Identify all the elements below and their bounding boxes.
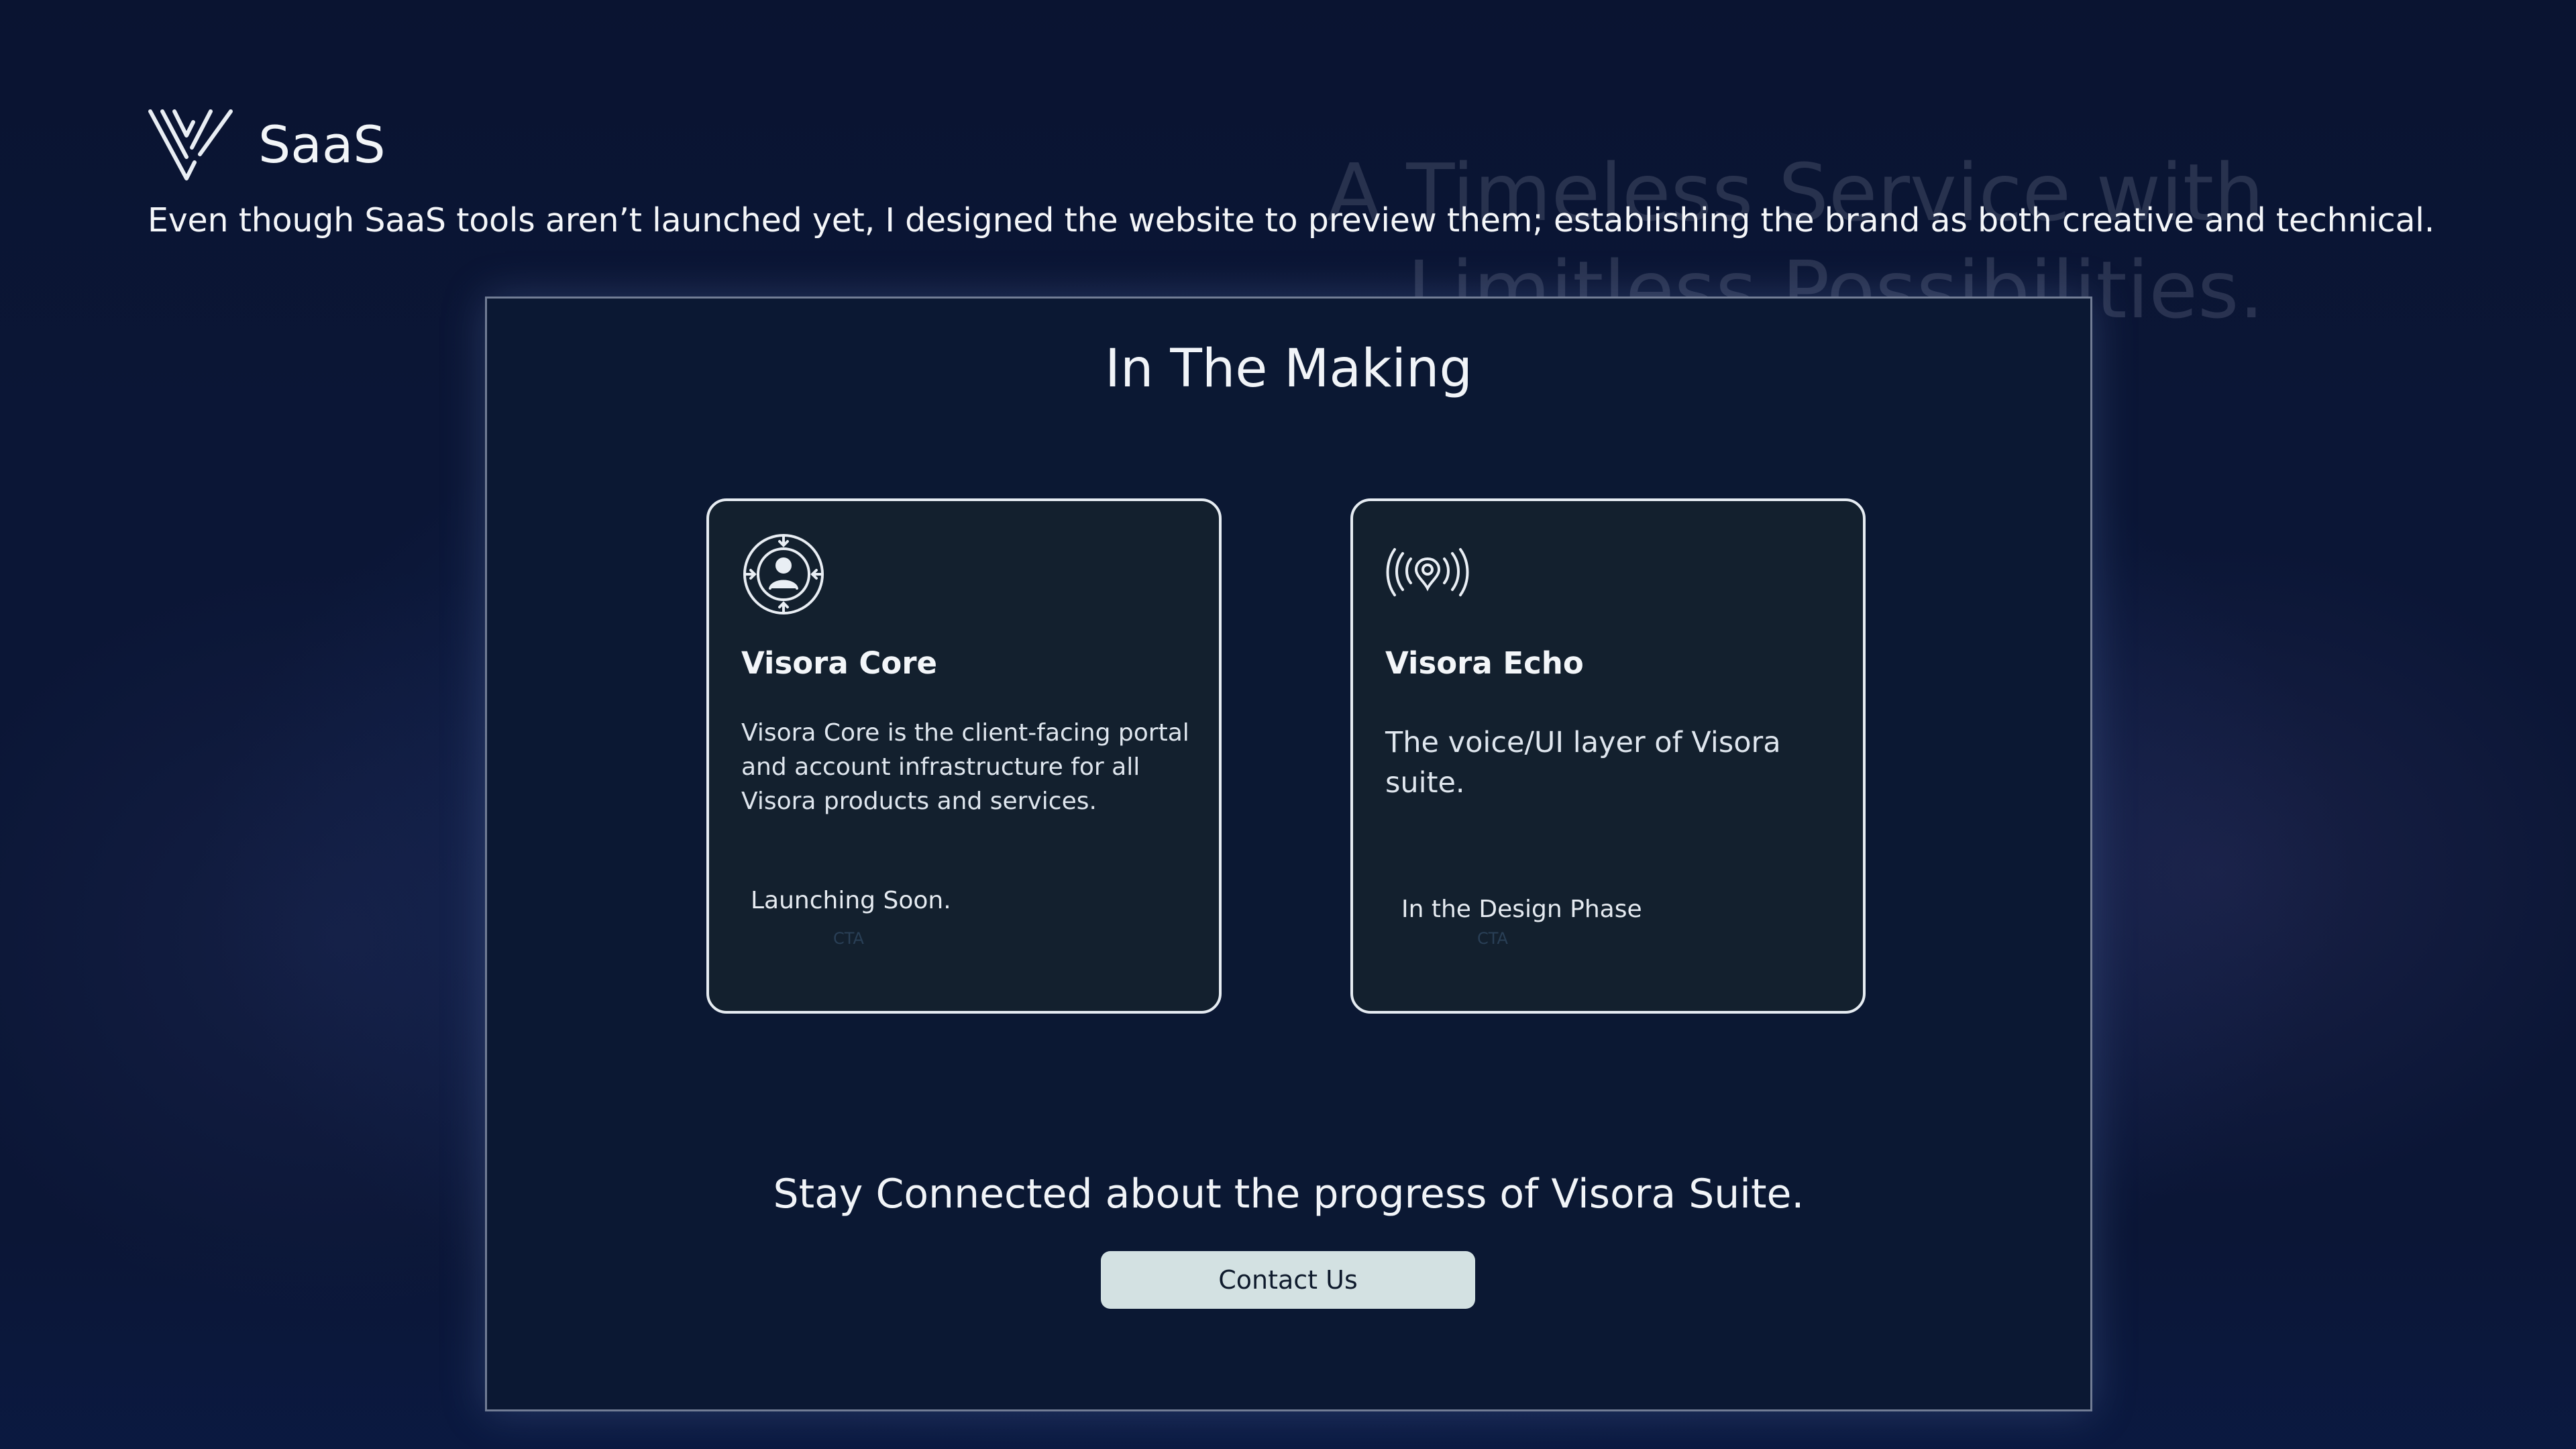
card-cta-placeholder: CTA [833, 929, 864, 948]
user-circle-arrows-icon [743, 534, 824, 614]
card-visora-core[interactable]: Visora Core Visora Core is the client-fa… [706, 498, 1222, 1014]
in-the-making-panel: In The Making Visora Core Visora Core is… [485, 297, 2092, 1411]
brand-name: SaaS [258, 114, 386, 174]
card-description: Visora Core is the client-facing portal … [741, 719, 1189, 815]
card-status: Launching Soon. [751, 887, 951, 914]
card-cta-placeholder: CTA [1477, 929, 1508, 948]
contact-us-button[interactable]: Contact Us [1101, 1251, 1475, 1309]
brand-header: SaaS [148, 104, 386, 184]
card-title: Visora Echo [1385, 645, 1584, 681]
card-status: In the Design Phase [1401, 896, 1642, 923]
card-title: Visora Core [741, 645, 938, 681]
visora-logo-icon [148, 109, 233, 180]
page-subtitle: Even though SaaS tools aren’t launched y… [148, 201, 2435, 239]
panel-title: In The Making [1105, 339, 1472, 399]
stay-connected-text: Stay Connected about the progress of Vis… [773, 1171, 1805, 1218]
voice-waves-icon [1386, 548, 1469, 596]
card-visora-echo[interactable]: Visora Echo The voice/UI layer of Visora… [1350, 498, 1866, 1014]
card-description: The voice/UI layer of Visora suite. [1385, 726, 1781, 800]
